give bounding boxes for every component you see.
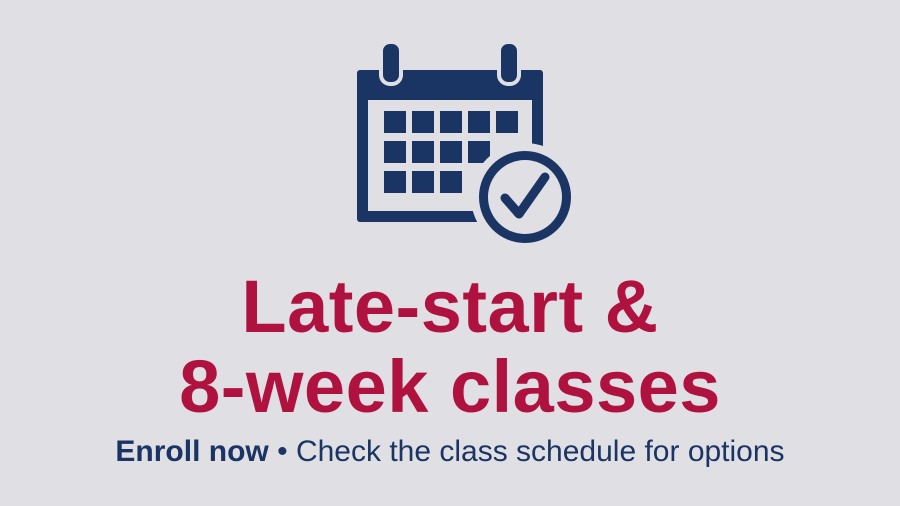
subline: Enroll now • Check the class schedule fo… (0, 434, 900, 470)
schedule-note: Check the class schedule for options (295, 435, 785, 468)
calendar-ring-left (379, 42, 403, 86)
enroll-now-text: Enroll now (115, 435, 269, 468)
calendar-check-icon (355, 42, 580, 252)
headline-line-2: 8-week classes (179, 345, 721, 428)
bullet-separator: • (277, 435, 288, 468)
calendar-ring-right (497, 42, 521, 86)
headline-line-1: Late-start & (241, 265, 659, 348)
